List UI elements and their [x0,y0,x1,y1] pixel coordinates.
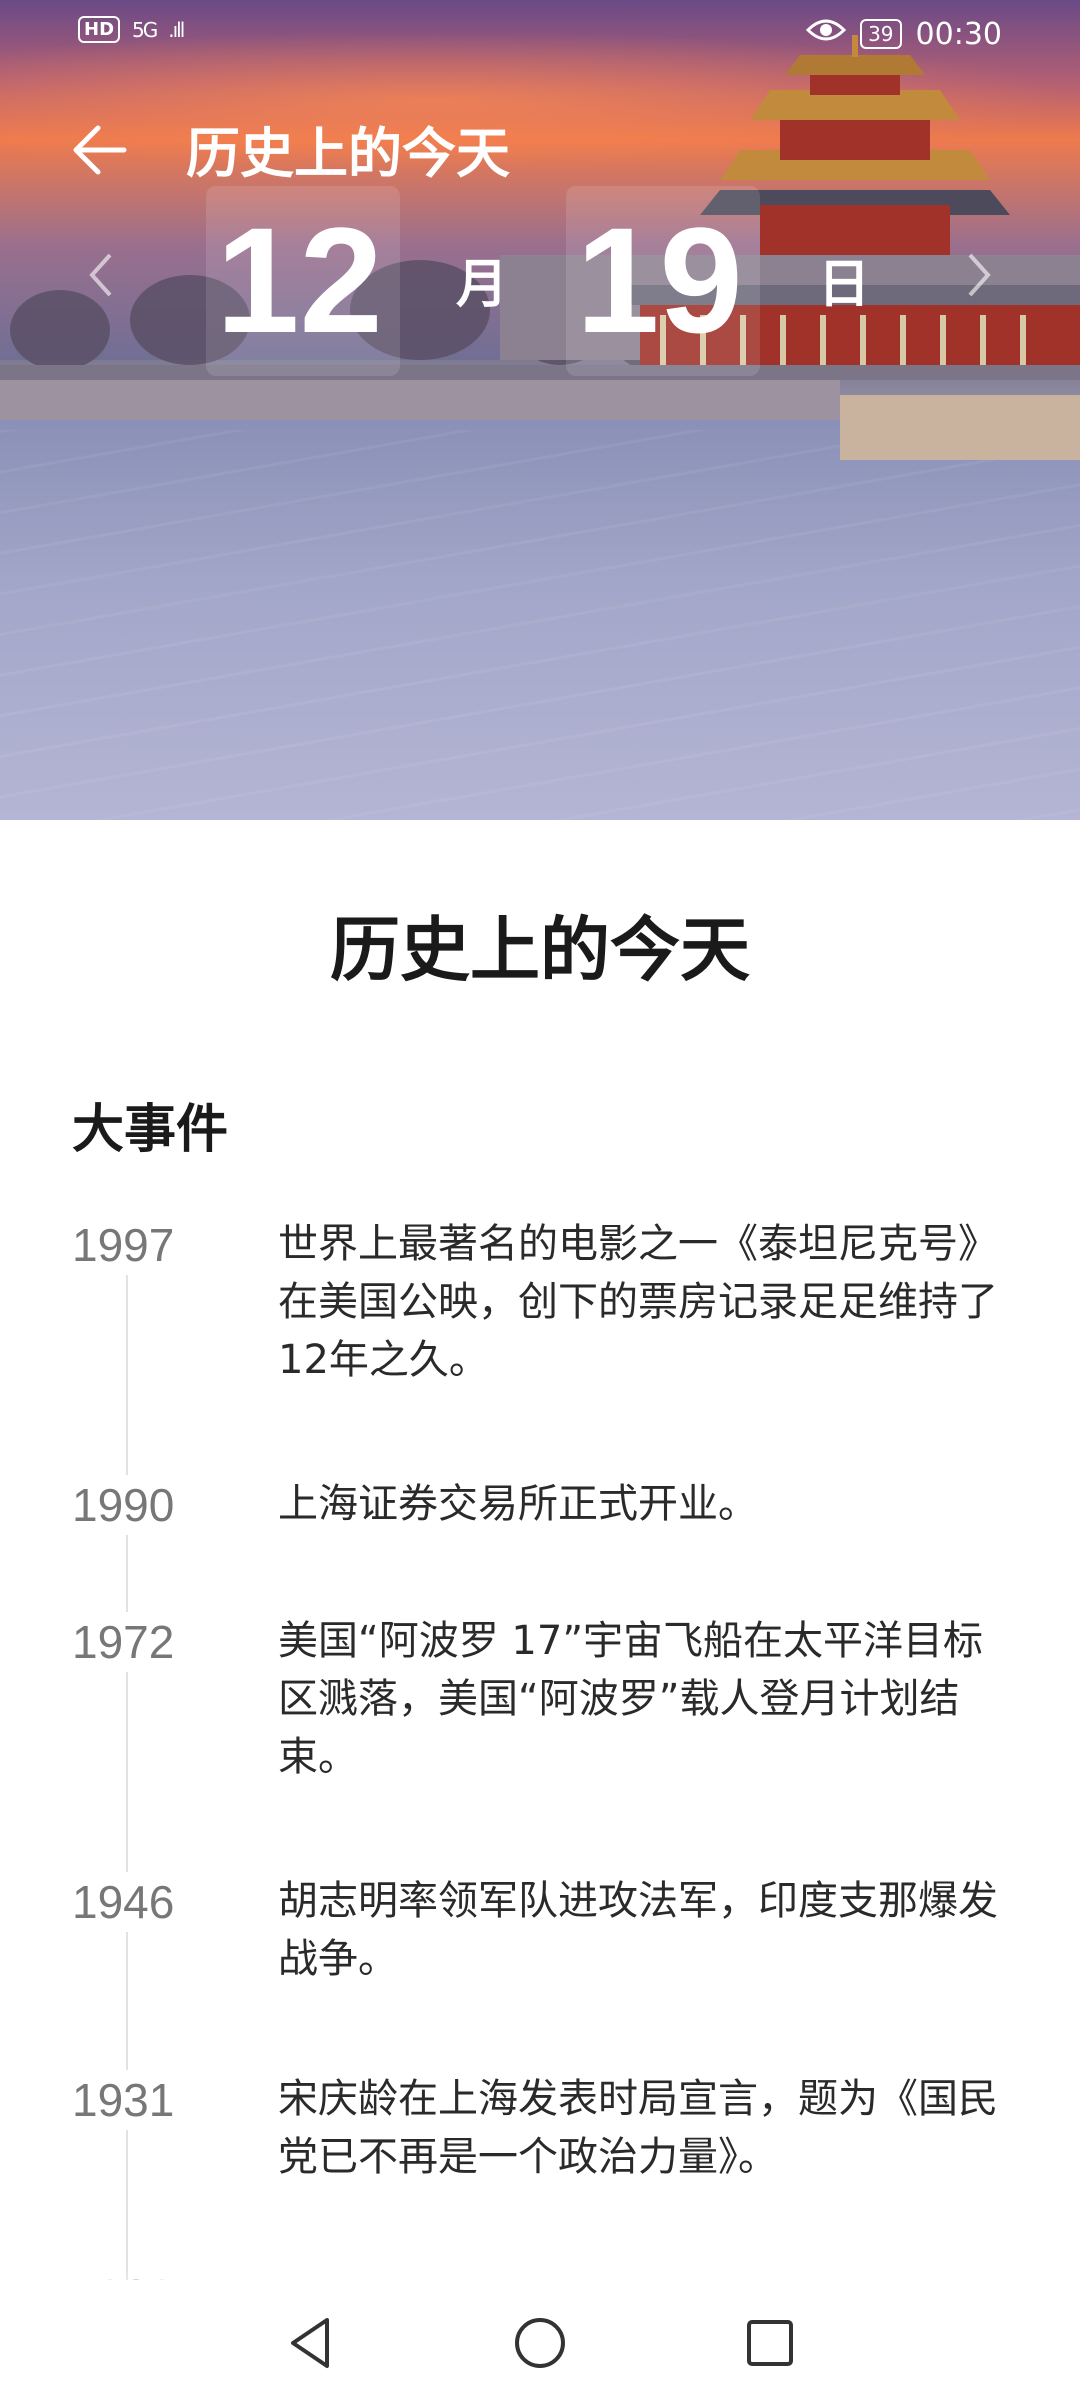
square-recents-icon[interactable] [735,2308,805,2378]
event-year: 1972 [72,1612,175,1672]
system-nav-bar [0,2280,1080,2400]
triangle-back-icon[interactable] [275,2308,345,2378]
header-title: 历史上的今天 [186,122,510,185]
signal-icon: .ıll [168,17,185,42]
month-value[interactable]: 12 [216,190,383,370]
event-year: 1997 [72,1215,175,1275]
day-unit: 日 [818,255,871,315]
event-year: 1946 [72,1872,175,1932]
event-text: 宋庆龄在上海发表时局宣言，题为《国民党已不再是一个政治力量》。 [278,2076,998,2180]
page-title: 历史上的今天 [330,909,750,991]
event-text: 上海证券交易所正式开业。 [278,1481,758,1527]
hero-image: HD 5G .ıll 39 00:30 历史上的今天 12 月 19 日 [0,0,1080,820]
month-unit: 月 [456,255,509,315]
circle-home-icon[interactable] [505,2308,575,2378]
event-year: 1931 [72,2070,175,2130]
day-value[interactable]: 19 [576,190,743,370]
palace-illustration [0,35,1080,460]
network-type: 5G [132,17,158,42]
event-text: 世界上最著名的电影之一《泰坦尼克号》在美国公映，创下的票房记录足足维持了12年之… [278,1221,998,1383]
battery-icon: 39 [860,19,902,49]
eye-icon [805,16,847,52]
back-arrow-icon[interactable] [64,118,136,190]
hd-badge: HD [78,16,121,43]
section-title: 大事件 [72,1100,229,1160]
event-text: 胡志明率领军队进攻法军，印度支那爆发战争。 [278,1878,998,1982]
clock: 00:30 [915,16,1002,52]
event-year: 1990 [72,1475,175,1535]
chevron-left-icon[interactable] [70,245,130,315]
event-text: 美国“阿波罗 17”宇宙飞船在太平洋目标区溅落，美国“阿波罗”载人登月计划结束。 [278,1618,984,1780]
chevron-right-icon[interactable] [950,245,1010,315]
status-bar: HD 5G .ıll 39 00:30 [0,0,1080,70]
